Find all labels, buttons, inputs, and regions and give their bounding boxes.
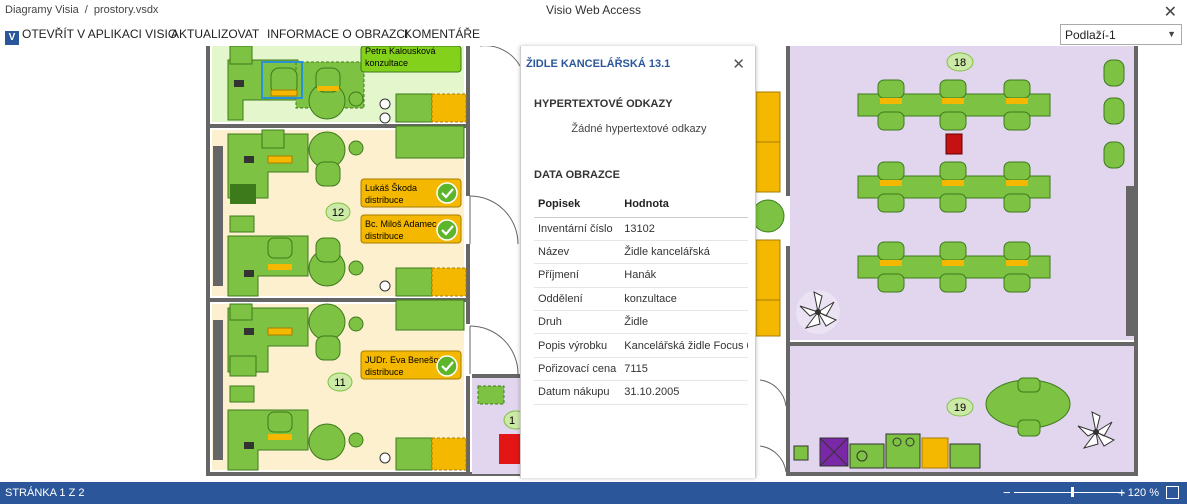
column-header-label: Popisek bbox=[534, 192, 621, 218]
table-header-row: Popisek Hodnota bbox=[534, 192, 749, 218]
room-number-1: 1 bbox=[509, 415, 515, 427]
row-value: 31.10.2005 bbox=[620, 380, 749, 405]
table-row: Název Židle kancelářská bbox=[534, 240, 749, 265]
row-label: Pořizovací cena bbox=[534, 357, 621, 382]
check-icon bbox=[436, 355, 458, 377]
room-number-11: 11 bbox=[334, 377, 345, 389]
chair bbox=[1017, 419, 1041, 437]
row-label: Název bbox=[534, 240, 621, 265]
cabinet-yellow bbox=[431, 93, 467, 123]
chair[interactable] bbox=[315, 67, 341, 93]
row-label: Popis výrobku bbox=[534, 333, 621, 358]
visio-icon: V bbox=[5, 31, 19, 45]
row-label: Druh bbox=[534, 310, 621, 335]
row-value: 7115 bbox=[620, 357, 749, 382]
zoom-level: 120 % bbox=[1127, 487, 1159, 499]
callout-skoda[interactable]: Lukáš Škoda distribuce bbox=[360, 178, 462, 208]
plant-icon bbox=[796, 290, 840, 334]
zoom-slider-thumb[interactable] bbox=[1071, 487, 1074, 497]
cabinet-green bbox=[395, 93, 433, 123]
close-icon[interactable]: ✕ bbox=[732, 55, 745, 73]
open-in-visio-button[interactable]: V OTEVŘÍT V APLIKACI VISIO bbox=[5, 27, 177, 45]
hyperlinks-heading: HYPERTEXTOVÉ ODKAZY bbox=[534, 98, 673, 110]
zoom-out-icon[interactable]: − bbox=[1003, 485, 1011, 500]
status-bar: STRÁNKA 1 Z 2 − + 120 % bbox=[0, 482, 1187, 504]
no-hyperlinks-text: Žádné hypertextové odkazy bbox=[571, 123, 707, 135]
open-in-visio-label: OTEVŘÍT V APLIKACI VISIO bbox=[22, 27, 178, 41]
column-header-value: Hodnota bbox=[620, 192, 749, 218]
row-value: 13102 bbox=[620, 217, 749, 241]
title-bar: Diagramy Visia / prostory.vsdx Visio Web A… bbox=[0, 0, 1187, 22]
desk-row-2 bbox=[857, 161, 1051, 213]
shape-data-table: Popisek Hodnota Inventární číslo 13102 Ná… bbox=[534, 192, 749, 405]
callout-name: JUDr. Eva Benešová bbox=[365, 355, 448, 365]
callout-dept: konzultace bbox=[365, 58, 408, 68]
row-label: Datum nákupu bbox=[534, 380, 621, 405]
table-row: Inventární číslo 13102 bbox=[534, 217, 749, 241]
cabinet-yellow bbox=[755, 299, 781, 337]
app-title: Visio Web Access bbox=[546, 3, 641, 17]
table-row: Příjmení Hanák bbox=[534, 263, 749, 288]
panel-title: ŽIDLE KANCELÁŘSKÁ 13.1 bbox=[526, 58, 671, 70]
ribbon: V OTEVŘÍT V APLIKACI VISIO AKTUALIZOVAT I… bbox=[0, 22, 1187, 46]
page-indicator: STRÁNKA 1 Z 2 bbox=[5, 487, 85, 499]
cabinet-yellow bbox=[755, 91, 781, 143]
callout-name: Petra Kalousková bbox=[365, 46, 436, 56]
shape-info-button[interactable]: INFORMACE O OBRAZCI bbox=[267, 27, 408, 41]
chevron-down-icon: ▼ bbox=[1167, 29, 1176, 39]
table bbox=[477, 385, 505, 405]
row-value: Židle bbox=[620, 310, 749, 335]
table-row: Druh Židle bbox=[534, 310, 749, 335]
close-icon[interactable]: ✕ bbox=[1164, 2, 1177, 22]
cabinet bbox=[1126, 186, 1134, 336]
cabinet bbox=[213, 320, 223, 460]
callout-adamec[interactable]: Bc. Miloš Adamec distribuce bbox=[360, 214, 462, 244]
floor-select[interactable]: Podlaží-1 ▼ bbox=[1060, 24, 1182, 45]
row-label: Příjmení bbox=[534, 263, 621, 288]
table-row: Datum nákupu 31.10.2005 bbox=[534, 380, 749, 405]
cabinet-yellow bbox=[755, 141, 781, 193]
shape-data-heading: DATA OBRAZCE bbox=[534, 169, 620, 181]
table-row: Oddělení konzultace bbox=[534, 287, 749, 312]
row-value: konzultace bbox=[620, 287, 749, 312]
row-label: Oddělení bbox=[534, 287, 621, 312]
row-value: Židle kancelářská bbox=[620, 240, 749, 265]
room-number-18: 18 bbox=[954, 57, 966, 69]
table-row: Pořizovací cena 7115 bbox=[534, 357, 749, 382]
table-row: Popis výrobku Kancelářská židle Focus 64 bbox=[534, 333, 749, 358]
shape-info-panel: ŽIDLE KANCELÁŘSKÁ 13.1 ✕ HYPERTEXTOVÉ OD… bbox=[520, 46, 756, 478]
callout-benesova[interactable]: JUDr. Eva Benešová distribuce bbox=[360, 350, 462, 380]
callout-name: Bc. Miloš Adamec bbox=[365, 219, 437, 229]
room-number-12: 12 bbox=[332, 207, 344, 219]
cabinet-yellow bbox=[755, 239, 781, 301]
callout-dept: distribuce bbox=[365, 367, 404, 377]
callout-dept: distribuce bbox=[365, 195, 404, 205]
cabinet bbox=[213, 146, 223, 286]
row-value: Hanák bbox=[620, 263, 749, 288]
zoom-in-icon[interactable]: + bbox=[1118, 485, 1126, 500]
fit-to-window-icon[interactable] bbox=[1166, 486, 1179, 499]
zoom-slider[interactable] bbox=[1014, 492, 1124, 493]
check-icon bbox=[436, 182, 458, 204]
desk-row-1 bbox=[857, 79, 1051, 131]
desk-row-3 bbox=[857, 241, 1051, 293]
plant-round bbox=[751, 199, 785, 233]
callout-dept: distribuce bbox=[365, 231, 404, 241]
chair bbox=[1017, 377, 1041, 393]
wall-chairs bbox=[1103, 59, 1125, 169]
row-value: Kancelářská židle Focus 64 bbox=[620, 333, 749, 358]
red-item bbox=[945, 133, 963, 155]
callout-kalouskova[interactable]: Petra Kalousková konzultace bbox=[360, 46, 462, 73]
red-cabinet bbox=[499, 434, 520, 464]
floor-select-value: Podlaží-1 bbox=[1065, 28, 1116, 42]
callout-name: Lukáš Škoda bbox=[365, 183, 417, 193]
refresh-button[interactable]: AKTUALIZOVAT bbox=[171, 27, 259, 41]
check-icon bbox=[436, 219, 458, 241]
row-label: Inventární číslo bbox=[534, 217, 621, 241]
room-number-19: 19 bbox=[954, 402, 966, 414]
comments-button[interactable]: KOMENTÁŘE bbox=[404, 27, 480, 41]
